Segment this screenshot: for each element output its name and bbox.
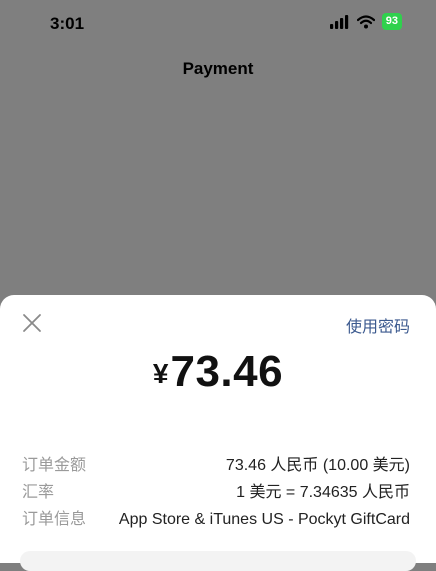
detail-label: 订单金额 bbox=[22, 457, 87, 474]
detail-row-exchange-rate: 汇率 1 美元 = 7.34635 人民币 bbox=[22, 478, 410, 505]
amount-value: 73.46 bbox=[170, 347, 284, 396]
battery-icon: 93 bbox=[381, 13, 402, 30]
detail-label: 订单信息 bbox=[22, 511, 87, 528]
detail-value: App Store & iTunes US - Pockyt GiftCard bbox=[118, 511, 410, 528]
detail-row-order-amount: 订单金额 73.46 人民币 (10.00 美元) bbox=[22, 451, 410, 478]
order-details: 订单金额 73.46 人民币 (10.00 美元) 汇率 1 美元 = 7.34… bbox=[22, 451, 410, 532]
currency-symbol: ¥ bbox=[152, 358, 169, 389]
payment-amount: ¥73.46 bbox=[0, 347, 436, 397]
detail-value: 73.46 人民币 (10.00 美元) bbox=[225, 457, 410, 474]
detail-value: 1 美元 = 7.34635 人民币 bbox=[236, 484, 410, 501]
page-title: Payment bbox=[182, 59, 254, 78]
detail-label: 汇率 bbox=[22, 484, 55, 501]
battery-level: 93 bbox=[385, 15, 398, 27]
detail-row-order-info: 订单信息 App Store & iTunes US - Pockyt Gift… bbox=[22, 505, 410, 532]
status-time: 3:01 bbox=[50, 14, 85, 33]
cellular-signal-icon bbox=[329, 14, 348, 29]
wifi-icon bbox=[356, 14, 375, 28]
status-bar: 3:01 93 bbox=[0, 0, 436, 50]
close-icon[interactable] bbox=[20, 311, 44, 335]
use-password-link[interactable]: 使用密码 bbox=[346, 313, 410, 337]
payment-sheet: 使用密码 ¥73.46 订单金额 73.46 人民币 (10.00 美元) 汇率… bbox=[0, 295, 436, 571]
status-icons: 93 bbox=[329, 13, 402, 30]
payment-method-card[interactable] bbox=[20, 551, 416, 571]
